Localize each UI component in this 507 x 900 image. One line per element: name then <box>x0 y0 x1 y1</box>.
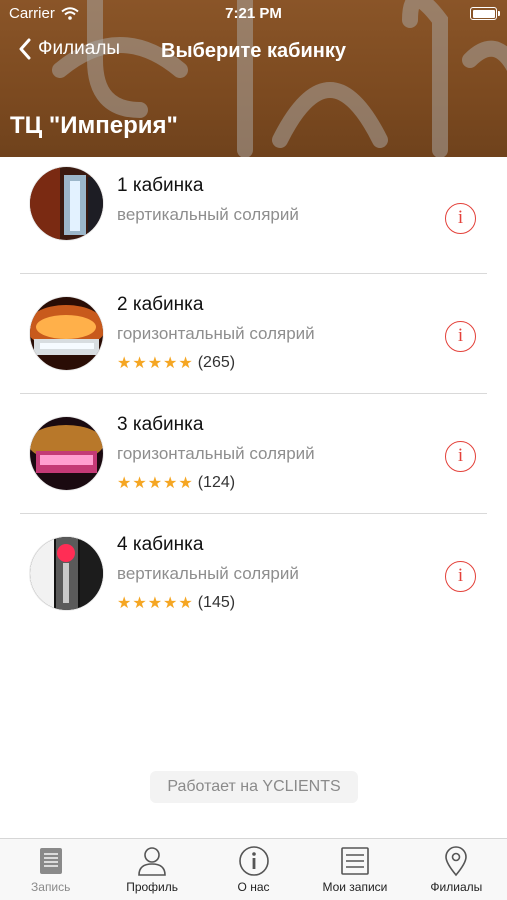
powered-by-badge[interactable]: Работает на YCLIENTS <box>150 771 358 803</box>
tab-profile[interactable]: Профиль <box>101 839 202 900</box>
info-icon[interactable]: i <box>445 441 476 472</box>
booth-name: 2 кабинка <box>117 294 204 315</box>
booth-type: вертикальный солярий <box>117 205 299 224</box>
tab-branches[interactable]: Филиалы <box>406 839 507 900</box>
back-button-label: Филиалы <box>38 38 121 59</box>
person-icon <box>138 847 166 876</box>
info-icon <box>238 846 269 876</box>
booth-name: 4 кабинка <box>117 534 204 555</box>
navigation-bar: Филиалы Выберите кабинку <box>0 36 507 70</box>
tab-label: Филиалы <box>430 880 483 894</box>
rating-count: (145) <box>197 594 236 611</box>
booth-rating: ★★★★★ (265) <box>117 353 235 373</box>
tab-label: Мои записи <box>322 880 388 894</box>
star-icons: ★★★★★ <box>117 355 194 372</box>
chevron-left-icon <box>19 38 31 60</box>
tab-my-bookings[interactable]: Мои записи <box>304 839 405 900</box>
booth-row[interactable]: 2 кабинка горизонтальный солярий ★★★★★ (… <box>0 274 507 394</box>
info-icon[interactable]: i <box>445 321 476 352</box>
tab-label: О нас <box>237 880 270 894</box>
booth-type: вертикальный солярий <box>117 564 299 583</box>
booth-name: 1 кабинка <box>117 175 204 196</box>
branch-title: ТЦ "Империя" <box>10 112 178 139</box>
rating-count: (265) <box>197 354 236 371</box>
tab-booking[interactable]: Запись <box>0 839 101 900</box>
tab-about[interactable]: О нас <box>203 839 304 900</box>
booth-name: 3 кабинка <box>117 414 204 435</box>
info-icon[interactable]: i <box>445 561 476 592</box>
tab-label: Запись <box>31 880 71 894</box>
rating-count: (124) <box>197 474 236 491</box>
booth-photo <box>30 537 103 610</box>
header: Carrier 7:21 PM Филиалы Выберите кабинку… <box>0 0 507 157</box>
book-icon <box>39 848 62 874</box>
status-bar: Carrier 7:21 PM <box>0 0 507 28</box>
booth-rating: ★★★★★ (124) <box>117 473 235 493</box>
booth-photo <box>30 167 103 240</box>
map-pin-icon <box>445 846 468 877</box>
booth-photo <box>30 297 103 370</box>
booth-row[interactable]: 4 кабинка вертикальный солярий ★★★★★ (14… <box>0 514 507 624</box>
booth-type: горизонтальный солярий <box>117 444 315 463</box>
tab-label: Профиль <box>126 880 179 894</box>
tab-bar: Запись Профиль О нас Мои записи Филиалы <box>0 838 507 900</box>
booth-type: горизонтальный солярий <box>117 324 315 343</box>
booth-rating: ★★★★★ (145) <box>117 593 235 613</box>
info-icon[interactable]: i <box>445 203 476 234</box>
back-button[interactable]: Филиалы <box>18 38 120 60</box>
star-icons: ★★★★★ <box>117 475 194 492</box>
star-icons: ★★★★★ <box>117 595 194 612</box>
booth-row[interactable]: 1 кабинка вертикальный солярий i <box>0 157 507 274</box>
booth-row[interactable]: 3 кабинка горизонтальный солярий ★★★★★ (… <box>0 394 507 514</box>
battery-icon <box>470 7 500 20</box>
booth-list: 1 кабинка вертикальный солярий i 2 кабин… <box>0 157 507 624</box>
status-time: 7:21 PM <box>225 5 282 22</box>
list-icon <box>341 847 369 875</box>
page-title: Выберите кабинку <box>161 40 346 62</box>
booth-photo <box>30 417 103 490</box>
